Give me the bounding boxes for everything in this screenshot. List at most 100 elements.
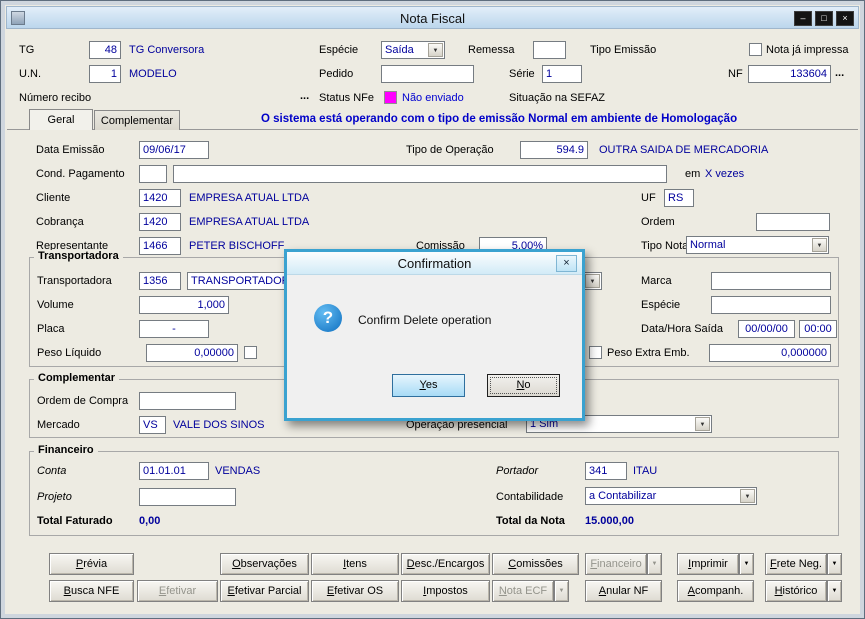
- conta-label: Conta: [37, 465, 67, 477]
- close-button[interactable]: ×: [836, 11, 854, 26]
- title-bar: Nota Fiscal – □ ×: [6, 6, 859, 29]
- yes-button[interactable]: Yes: [392, 374, 465, 397]
- peso-liquido-input[interactable]: 0,00000: [146, 344, 238, 362]
- marca-input[interactable]: [711, 272, 831, 290]
- hora-saida-input[interactable]: 00:00: [799, 320, 837, 338]
- historico-button[interactable]: Histórico: [765, 580, 827, 602]
- combo-arrow-icon[interactable]: ▼: [585, 274, 600, 288]
- pedido-input[interactable]: [381, 65, 474, 83]
- conta-name: VENDAS: [215, 465, 261, 477]
- mercado-input[interactable]: VS: [139, 416, 166, 434]
- tipo-operacao-input[interactable]: 594.9: [520, 141, 588, 159]
- frete-neg-dropdown-button[interactable]: ▼: [827, 553, 842, 575]
- tipo-emissao-label: Tipo Emissão: [590, 44, 657, 56]
- un-label: U.N.: [19, 68, 41, 80]
- numero-recibo-browse-button[interactable]: ...: [300, 90, 309, 102]
- volume-input[interactable]: 1,000: [139, 296, 229, 314]
- busca-nfe-button[interactable]: Busca NFE: [49, 580, 134, 602]
- financeiro-dropdown-button: ▼: [647, 553, 662, 575]
- ordem-input[interactable]: [756, 213, 830, 231]
- frete-neg-button[interactable]: Frete Neg.: [765, 553, 827, 575]
- question-icon: ?: [314, 304, 342, 332]
- especie-label: Espécie: [319, 44, 359, 56]
- data-emissao-input[interactable]: 09/06/17: [139, 141, 209, 159]
- tipo-nota-combo[interactable]: Normal ▼: [686, 236, 829, 254]
- imprimir-button[interactable]: Imprimir: [677, 553, 739, 575]
- conta-input[interactable]: 01.01.01: [139, 462, 209, 480]
- combo-arrow-icon[interactable]: ▼: [740, 489, 755, 503]
- environment-banner: O sistema está operando com o tipo de em…: [261, 113, 738, 125]
- nota-ja-impressa-checkbox[interactable]: [749, 43, 762, 56]
- numero-recibo-label: Número recibo: [19, 92, 92, 104]
- close-icon: ×: [563, 257, 570, 269]
- data-hora-saida-label: Data/Hora Saída: [641, 323, 723, 335]
- comissoes-button[interactable]: Comissões: [492, 553, 579, 575]
- efetivar-os-button[interactable]: Efetivar OS: [311, 580, 399, 602]
- cliente-input[interactable]: 1420: [139, 189, 181, 207]
- marca-label: Marca: [641, 275, 672, 287]
- ordem-compra-input[interactable]: [139, 392, 236, 410]
- data-saida-input[interactable]: 00/00/00: [738, 320, 795, 338]
- tab-complementar[interactable]: Complementar: [94, 110, 180, 130]
- anular-nf-button[interactable]: Anular NF: [585, 580, 662, 602]
- complementar-group-label: Complementar: [34, 372, 120, 384]
- tipo-operacao-name: OUTRA SAIDA DE MERCADORIA: [599, 144, 769, 156]
- especie-transp-input[interactable]: [711, 296, 831, 314]
- un-input[interactable]: 1: [89, 65, 121, 83]
- maximize-icon: □: [821, 13, 827, 23]
- serie-label: Série: [509, 68, 535, 80]
- window-title: Nota Fiscal: [399, 11, 466, 26]
- dialog-close-button[interactable]: ×: [556, 255, 577, 272]
- no-button[interactable]: No: [487, 374, 560, 397]
- nf-input[interactable]: 133604: [748, 65, 831, 83]
- peso-extra-input[interactable]: 0,000000: [709, 344, 831, 362]
- status-nfe-label: Status NFe: [319, 92, 375, 104]
- remessa-input[interactable]: [533, 41, 566, 59]
- imprimir-dropdown-button[interactable]: ▼: [739, 553, 754, 575]
- tg-input[interactable]: 48: [89, 41, 121, 59]
- combo-arrow-icon[interactable]: ▼: [695, 417, 710, 431]
- desc-encargos-button[interactable]: Desc./Encargos: [401, 553, 490, 575]
- peso-extra-checkbox[interactable]: [589, 346, 602, 359]
- uf-input[interactable]: RS: [664, 189, 694, 207]
- cliente-name: EMPRESA ATUAL LTDA: [189, 192, 310, 204]
- projeto-input[interactable]: [139, 488, 236, 506]
- tipo-nota-label: Tipo Nota: [641, 240, 689, 252]
- placa-label: Placa: [37, 323, 65, 335]
- cond-pagamento-input[interactable]: [139, 165, 167, 183]
- tab-geral[interactable]: Geral: [29, 109, 93, 130]
- itens-button[interactable]: Itens: [311, 553, 399, 575]
- efetivar-parcial-button[interactable]: Efetivar Parcial: [220, 580, 309, 602]
- combo-arrow-icon[interactable]: ▼: [812, 238, 827, 252]
- acompanh-button[interactable]: Acompanh.: [677, 580, 754, 602]
- status-nfe-value: Não enviado: [402, 92, 464, 104]
- tipo-operacao-label: Tipo de Operação: [406, 144, 494, 156]
- maximize-button[interactable]: □: [815, 11, 833, 26]
- cond-pagamento-desc-input[interactable]: [173, 165, 667, 183]
- nf-browse-button[interactable]: ...: [835, 67, 844, 79]
- projeto-label: Projeto: [37, 491, 72, 503]
- dialog-message: Confirm Delete operation: [358, 313, 492, 327]
- nota-ja-impressa-label: Nota já impressa: [766, 44, 849, 56]
- dialog-title: Confirmation: [397, 256, 472, 271]
- previa-button[interactable]: Prévia: [49, 553, 134, 575]
- historico-dropdown-button[interactable]: ▼: [827, 580, 842, 602]
- impostos-button[interactable]: Impostos: [401, 580, 490, 602]
- combo-arrow-icon[interactable]: ▼: [428, 43, 443, 57]
- ordem-compra-label: Ordem de Compra: [37, 395, 129, 407]
- serie-input[interactable]: 1: [542, 65, 582, 83]
- minimize-button[interactable]: –: [794, 11, 812, 26]
- especie-combo[interactable]: Saída ▼: [381, 41, 445, 59]
- cliente-label: Cliente: [36, 192, 71, 204]
- representante-input[interactable]: 1466: [139, 237, 181, 255]
- peso-liquido-checkbox[interactable]: [244, 346, 257, 359]
- contabilidade-combo[interactable]: a Contabilizar ▼: [585, 487, 757, 505]
- placa-input[interactable]: -: [139, 320, 209, 338]
- portador-input[interactable]: 341: [585, 462, 627, 480]
- cobranca-input[interactable]: 1420: [139, 213, 181, 231]
- transportadora-input[interactable]: 1356: [139, 272, 181, 290]
- total-faturado-value: 0,00: [139, 515, 161, 527]
- total-nota-value: 15.000,00: [585, 515, 634, 527]
- observacoes-button[interactable]: Observações: [220, 553, 309, 575]
- transportadora-group-label: Transportadora: [34, 250, 123, 262]
